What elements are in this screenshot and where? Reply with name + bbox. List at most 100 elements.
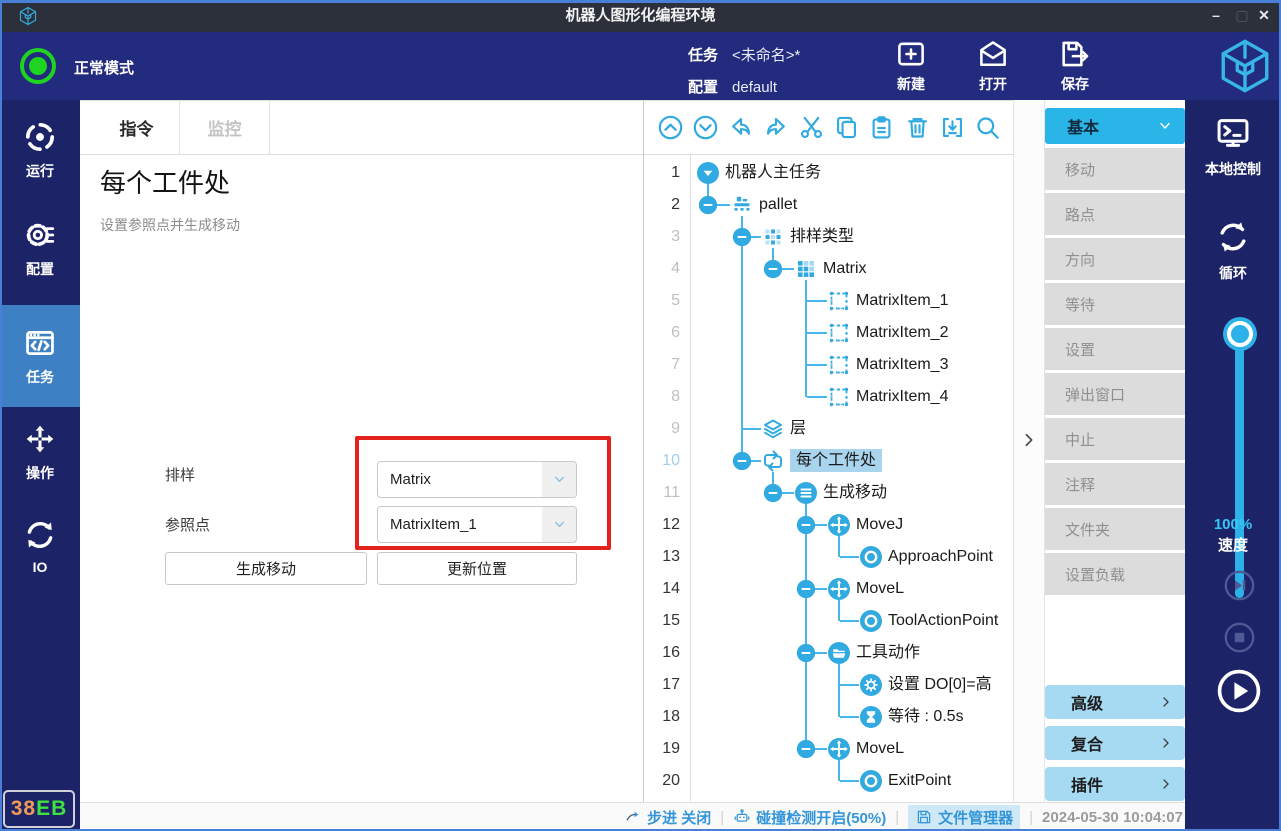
tree-row-8[interactable]: 8MatrixItem_4 [644,381,1013,413]
sidebar-item-config[interactable]: 配置 [0,206,80,290]
tree-row-6[interactable]: 6MatrixItem_2 [644,317,1013,349]
tree-node-label: MatrixItem_4 [856,381,948,413]
file-manager-button[interactable]: 文件管理器 [908,805,1020,830]
tree-row-2[interactable]: 2pallet [644,189,1013,221]
collapse-toggle-icon[interactable] [698,195,718,215]
palette-item[interactable]: 注释 [1045,463,1185,505]
tree-row-9[interactable]: 9层 [644,413,1013,445]
tree-connector [743,428,761,430]
header-open-button[interactable]: 打开 [962,37,1024,97]
tree-row-16[interactable]: 16工具动作 [644,637,1013,669]
palette-group[interactable]: 插件 [1045,767,1185,801]
toolbar-collapse-all-icon[interactable] [657,114,684,141]
collapse-toggle-icon[interactable] [732,451,752,471]
tree-row-20[interactable]: 20ExitPoint [644,765,1013,797]
sidebar-item-run[interactable]: 运行 [0,108,80,192]
app-window: 机器人图形化编程环境 – ▢ ✕ 正常模式 任务<未命名>* 配置default… [0,0,1281,831]
toolbar-paste-icon[interactable] [868,114,895,141]
collapse-toggle-icon[interactable] [763,259,783,279]
tree-row-3[interactable]: 3排样类型 [644,221,1013,253]
collision-label: 碰撞检测开启(50%) [756,807,886,828]
sidebar-item-local-control[interactable]: 本地控制 [1185,114,1281,186]
config-row: 配置default [688,76,777,97]
collapse-toggle-icon[interactable] [796,643,816,663]
matrix-icon [794,257,818,281]
line-number: 15 [644,605,680,637]
generate-move-button[interactable]: 生成移动 [165,552,367,585]
toolbar-copy-icon[interactable] [833,114,860,141]
close-button[interactable]: ✕ [1254,0,1274,32]
toolbar-redo-icon[interactable] [763,114,790,141]
tree-connector [805,504,807,749]
status-badge: 38EB [3,790,75,828]
sidebar-item-operate[interactable]: 操作 [0,410,80,494]
palette-group-label: 高级 [1071,690,1159,714]
tree-row-19[interactable]: 19MoveL [644,733,1013,765]
collapse-toggle-icon[interactable] [796,739,816,759]
speed-slider-knob[interactable] [1227,321,1253,347]
step-label: 步进 关闭 [647,807,711,828]
palette-item[interactable]: 设置负载 [1045,553,1185,595]
sidebar-item-loop[interactable]: 循环 [1185,218,1281,290]
toolbar-cut-icon[interactable] [798,114,825,141]
toolbar-expand-all-icon[interactable] [692,114,719,141]
update-position-button[interactable]: 更新位置 [377,552,577,585]
tree-row-5[interactable]: 5MatrixItem_1 [644,285,1013,317]
palette-item[interactable]: 路点 [1045,193,1185,235]
stop-button[interactable] [1224,622,1255,653]
palette-item[interactable]: 移动 [1045,148,1185,190]
tree-row-12[interactable]: 12MoveJ [644,509,1013,541]
palette-item[interactable]: 文件夹 [1045,508,1185,550]
tree-node-label: 机器人主任务 [725,157,821,189]
tree-connector [807,332,827,334]
collapse-toggle-icon[interactable] [796,579,816,599]
tree-row-13[interactable]: 13ApproachPoint [644,541,1013,573]
palette-item[interactable]: 方向 [1045,238,1185,280]
layout-type-select[interactable]: Matrix [377,461,577,498]
toolbar-search-icon[interactable] [974,114,1001,141]
tree-row-7[interactable]: 7MatrixItem_3 [644,349,1013,381]
palette-group[interactable]: 高级 [1045,685,1185,719]
minimize-button[interactable]: – [1206,0,1226,32]
tree-connector [838,760,840,781]
tree-row-17[interactable]: 17设置 DO[0]=高 [644,669,1013,701]
tree-row-1[interactable]: 1机器人主任务 [644,157,1013,189]
tree-row-15[interactable]: 15ToolActionPoint [644,605,1013,637]
tab-monitor[interactable]: 监控 [180,101,270,154]
header-save-button[interactable]: 保存 [1044,37,1106,97]
collapse-toggle-icon[interactable] [732,227,752,247]
reference-point-select[interactable]: MatrixItem_1 [377,506,577,543]
palette-category-basic[interactable]: 基本 [1045,108,1185,144]
command-palette: 基本 移动路点方向等待设置弹出窗口中止注释文件夹设置负载高级复合插件 [1045,100,1185,802]
maximize-button[interactable]: ▢ [1232,0,1252,32]
collapse-toggle-icon[interactable] [763,483,783,503]
palette-item[interactable]: 弹出窗口 [1045,373,1185,415]
repeat-icon [761,449,785,473]
header-action-label: 打开 [979,74,1007,94]
tree-row-4[interactable]: 4Matrix [644,253,1013,285]
tree-row-14[interactable]: 14MoveL [644,573,1013,605]
speed-slider[interactable] [1235,326,1244,598]
toolbar-insert-icon[interactable] [939,114,966,141]
palette-group[interactable]: 复合 [1045,726,1185,760]
step-mode-toggle[interactable]: 步进 关闭 [624,807,711,828]
tree-row-18[interactable]: 18等待 : 0.5s [644,701,1013,733]
sidebar-item-io[interactable]: IO [0,508,80,584]
palette-item[interactable]: 等待 [1045,283,1185,325]
tree-row-11[interactable]: 11生成移动 [644,477,1013,509]
header-new-button[interactable]: 新建 [880,37,942,97]
list-icon [794,481,818,505]
tree-row-10[interactable]: 10每个工件处 [644,445,1013,477]
palette-item[interactable]: 设置 [1045,328,1185,370]
toolbar-delete-icon[interactable] [904,114,931,141]
chevron-right-icon[interactable] [1020,430,1038,450]
palette-item[interactable]: 中止 [1045,418,1185,460]
collision-detection-toggle[interactable]: 碰撞检测开启(50%) [733,807,886,828]
step-icon [624,808,642,826]
sidebar-item-task[interactable]: 任务 [0,305,80,407]
play-button[interactable] [1217,669,1261,713]
tab-instruction[interactable]: 指令 [94,101,180,154]
toolbar-undo-icon[interactable] [727,114,754,141]
collapse-toggle-icon[interactable] [796,515,816,535]
skip-button[interactable] [1224,570,1255,601]
